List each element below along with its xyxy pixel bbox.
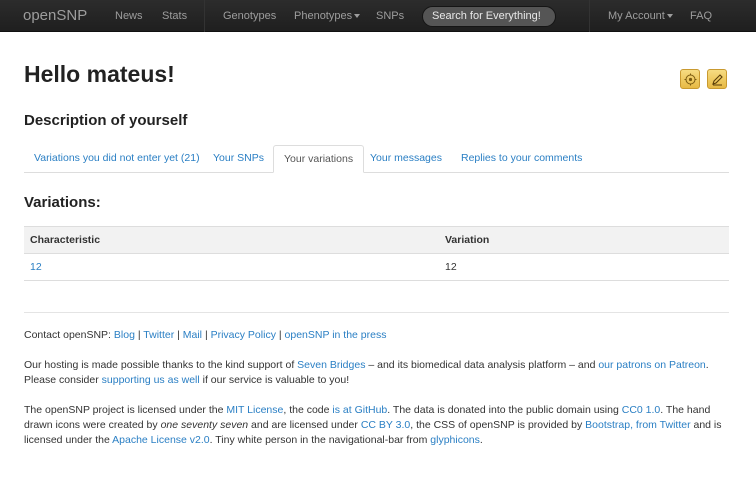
variations-heading: Variations: — [24, 194, 101, 211]
tab-your-variations[interactable]: Your variations — [273, 145, 365, 173]
license-text: . The data is donated into the public do… — [387, 404, 622, 416]
twitter-link[interactable]: Twitter — [143, 329, 174, 341]
table-row: 12 12 — [24, 254, 729, 281]
footer-divider — [24, 312, 729, 313]
license-text: and are licensed under — [248, 419, 361, 431]
table-header: Characteristic Variation — [24, 226, 729, 254]
blog-link[interactable]: Blog — [114, 329, 135, 341]
nav-divider — [589, 0, 590, 32]
license-text: . Tiny white person in the navigational-… — [209, 434, 431, 446]
caret-down-icon — [354, 14, 361, 19]
nav-account-label: My Account — [608, 10, 665, 22]
navbar: openSNP News Stats Genotypes Phenotypes … — [0, 0, 756, 32]
mail-link[interactable]: Mail — [183, 329, 202, 341]
hosting-text: – and its biomedical data analysis platf… — [365, 359, 599, 371]
nav-faq[interactable]: FAQ — [690, 0, 712, 32]
icon-author: one seventy seven — [160, 419, 249, 431]
nav-snps[interactable]: SNPs — [376, 0, 404, 32]
bootstrap-link[interactable]: Bootstrap, from Twitter — [585, 419, 690, 431]
tab-replies-to-comments[interactable]: Replies to your comments — [461, 145, 582, 173]
contact-prefix: Contact openSNP: — [24, 329, 111, 341]
apache-license-link[interactable]: Apache License v2.0 — [112, 434, 209, 446]
nav-phenotypes-dropdown[interactable]: Phenotypes — [294, 0, 361, 32]
page-title: Hello mateus! — [24, 61, 175, 87]
press-link[interactable]: openSNP in the press — [285, 329, 387, 341]
column-header-variation: Variation — [445, 234, 490, 246]
nav-genotypes[interactable]: Genotypes — [223, 0, 276, 32]
variation-value: 12 — [445, 261, 457, 273]
settings-button[interactable] — [680, 69, 700, 89]
tab-your-snps[interactable]: Your SNPs — [213, 145, 264, 173]
license-text: , the CSS of openSNP is provided by — [410, 419, 586, 431]
nav-news[interactable]: News — [115, 0, 143, 32]
section-heading-description: Description of yourself — [24, 112, 188, 129]
license-text: , the code — [283, 404, 333, 416]
edit-button[interactable] — [707, 69, 727, 89]
mit-license-link[interactable]: MIT License — [226, 404, 283, 416]
privacy-policy-link[interactable]: Privacy Policy — [211, 329, 276, 341]
tab-your-messages[interactable]: Your messages — [370, 145, 442, 173]
search-input[interactable]: Search for Everything! — [422, 6, 556, 27]
footer-license: The openSNP project is licensed under th… — [24, 403, 732, 448]
support-us-link[interactable]: supporting us as well — [102, 374, 200, 386]
hosting-text: if our service is valuable to you! — [199, 374, 350, 386]
footer-contact: Contact openSNP: Blog | Twitter | Mail |… — [24, 329, 387, 341]
nav-account-dropdown[interactable]: My Account — [608, 0, 673, 32]
footer-hosting: Our hosting is made possible thanks to t… — [24, 358, 732, 388]
seven-bridges-link[interactable]: Seven Bridges — [297, 359, 365, 371]
cc0-link[interactable]: CC0 1.0 — [622, 404, 661, 416]
hosting-text: Our hosting is made possible thanks to t… — [24, 359, 298, 371]
nav-stats[interactable]: Stats — [162, 0, 187, 32]
nav-phenotypes-label: Phenotypes — [294, 10, 353, 22]
brand-link[interactable]: openSNP — [23, 0, 87, 32]
glyphicons-link[interactable]: glyphicons — [430, 434, 480, 446]
caret-down-icon — [666, 14, 673, 19]
license-text: The openSNP project is licensed under th… — [24, 404, 227, 416]
nav-divider — [204, 0, 205, 32]
tab-unentered-variations[interactable]: Variations you did not enter yet (21) — [34, 145, 200, 173]
column-header-characteristic: Characteristic — [30, 234, 101, 246]
cc-by-link[interactable]: CC BY 3.0 — [361, 419, 410, 431]
characteristic-link[interactable]: 12 — [30, 254, 42, 281]
license-text: . — [479, 434, 483, 446]
patreon-link[interactable]: our patrons on Patreon — [598, 359, 705, 371]
github-link[interactable]: is at GitHub — [332, 404, 387, 416]
